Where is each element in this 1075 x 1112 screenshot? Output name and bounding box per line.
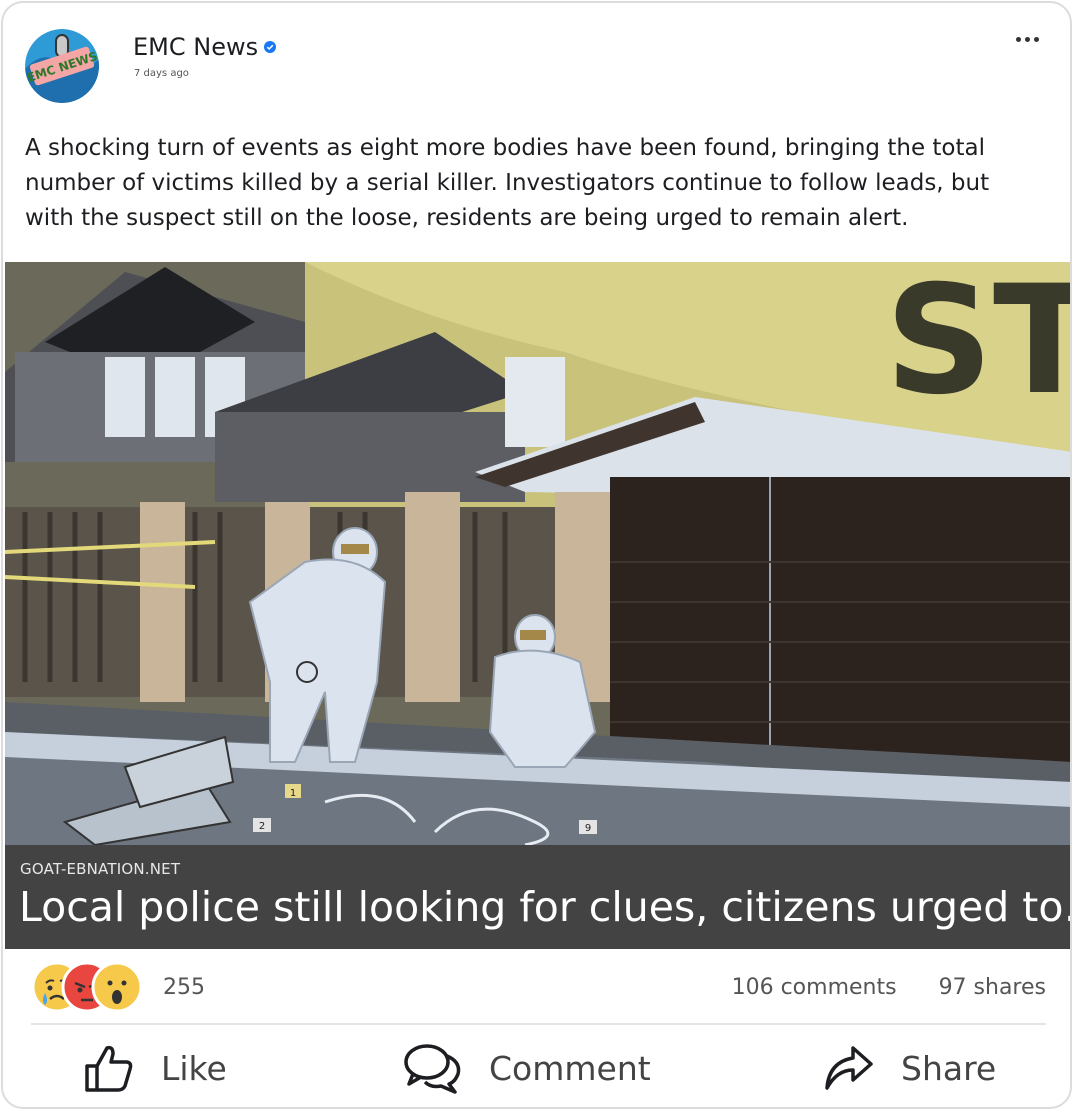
post-card: EMC NEWS EMC News 7 days ago A shocking … <box>1 1 1072 1109</box>
avatar-logo-icon: EMC NEWS <box>25 29 99 103</box>
verified-badge-icon <box>264 41 277 53</box>
link-preview-image[interactable]: ST <box>5 262 1072 845</box>
link-domain: GOAT-EBNATION.NET <box>20 860 181 878</box>
thumbs-up-icon <box>85 1045 133 1092</box>
share-arrow-icon <box>825 1046 873 1090</box>
comments-count[interactable]: 106 comments <box>732 975 897 1000</box>
reaction-icons[interactable] <box>31 961 151 1015</box>
tape-text: ST <box>885 262 1072 428</box>
like-button[interactable]: Like <box>83 1033 227 1103</box>
shares-count[interactable]: 97 shares <box>939 975 1046 1000</box>
like-label: Like <box>161 1048 227 1088</box>
post-timestamp[interactable]: 7 days ago <box>134 68 189 79</box>
comment-label: Comment <box>489 1048 651 1088</box>
page-name[interactable]: EMC News <box>133 33 277 61</box>
link-preview-caption[interactable]: GOAT-EBNATION.NET Local police still loo… <box>5 845 1070 949</box>
page-name-label[interactable]: EMC News <box>133 33 258 61</box>
more-options-icon[interactable] <box>1010 27 1044 51</box>
evidence-marker-1: 1 <box>290 788 296 799</box>
crime-scene-image: ST <box>5 262 1072 845</box>
evidence-marker-2: 2 <box>259 821 265 832</box>
engagement-stats: 106 comments 97 shares <box>732 975 1046 1000</box>
share-label: Share <box>901 1048 997 1088</box>
page-avatar[interactable]: EMC NEWS <box>25 29 99 103</box>
evidence-marker-9: 9 <box>585 823 591 834</box>
reaction-count[interactable]: 255 <box>163 975 205 1000</box>
comment-button[interactable]: Comment <box>403 1033 651 1103</box>
share-button[interactable]: Share <box>823 1033 996 1103</box>
link-headline[interactable]: Local police still looking for clues, ci… <box>19 883 1070 931</box>
wow-reaction-icon <box>91 961 143 1013</box>
comment-bubbles-icon <box>404 1044 461 1094</box>
post-text: A shocking turn of events as eight more … <box>25 135 990 231</box>
divider <box>31 1023 1046 1025</box>
